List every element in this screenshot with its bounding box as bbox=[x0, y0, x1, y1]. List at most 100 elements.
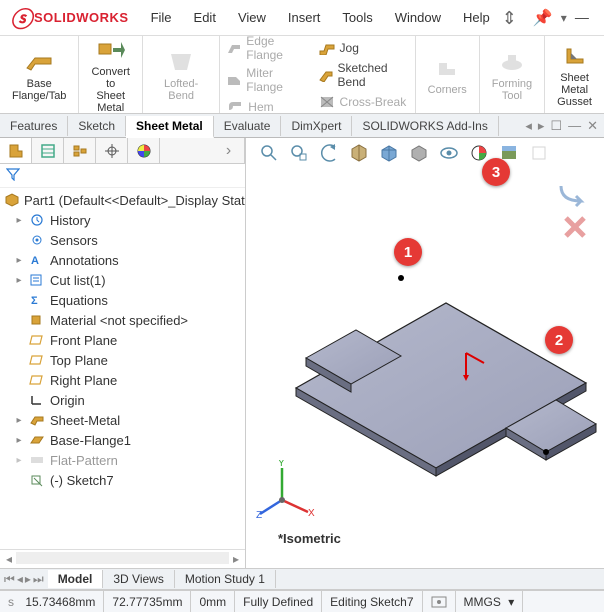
btab-3dviews[interactable]: 3D Views bbox=[103, 570, 174, 588]
tree-flatpattern[interactable]: ▸Flat-Pattern bbox=[0, 450, 245, 470]
tab-evaluate[interactable]: Evaluate bbox=[214, 116, 282, 136]
tab-features[interactable]: Features bbox=[0, 116, 68, 136]
tree-equations[interactable]: ΣEquations bbox=[0, 290, 245, 310]
menu-edit[interactable]: Edit bbox=[190, 8, 220, 27]
btab-motion[interactable]: Motion Study 1 bbox=[175, 570, 276, 588]
ribbon: Base Flange/Tab Convert to Sheet Metal L… bbox=[0, 36, 604, 114]
status-coord-z: 0mm bbox=[191, 591, 235, 612]
svg-text:A: A bbox=[31, 255, 39, 267]
tab-next-icon[interactable]: ▸ bbox=[538, 118, 545, 134]
menu-window[interactable]: Window bbox=[391, 8, 445, 27]
forming-tool-button[interactable]: Forming Tool bbox=[486, 44, 538, 106]
tree-annotations[interactable]: ▸AAnnotations bbox=[0, 250, 245, 270]
menu-view[interactable]: View bbox=[234, 8, 270, 27]
hide-show-icon[interactable] bbox=[438, 142, 460, 164]
cross-break-button[interactable]: Cross-Break bbox=[314, 92, 413, 112]
lofted-bend-icon bbox=[167, 48, 195, 76]
tree-sensors[interactable]: Sensors bbox=[0, 230, 245, 250]
tree-root[interactable]: Part1 (Default<<Default>_Display State bbox=[0, 190, 245, 210]
tree-topplane[interactable]: Top Plane bbox=[0, 350, 245, 370]
filter-icon[interactable] bbox=[6, 167, 20, 184]
miter-flange-button[interactable]: Miter Flange bbox=[222, 65, 309, 95]
cancel-sketch-icon[interactable] bbox=[566, 218, 584, 236]
zoom-area-icon[interactable] bbox=[288, 142, 310, 164]
status-units[interactable]: MMGS ▾ bbox=[456, 591, 524, 612]
sensors-icon bbox=[28, 232, 46, 248]
status-bar: s 15.73468mm 72.77735mm 0mm Fully Define… bbox=[0, 590, 604, 612]
menu-file[interactable]: File bbox=[147, 8, 176, 27]
panel-tab-property[interactable] bbox=[32, 138, 64, 163]
prev-view-icon[interactable] bbox=[318, 142, 340, 164]
menu-tools[interactable]: Tools bbox=[338, 8, 376, 27]
equations-icon: Σ bbox=[28, 292, 46, 308]
hem-icon bbox=[226, 98, 244, 116]
panel-tab-appearance[interactable] bbox=[128, 138, 160, 163]
tree-sketch[interactable]: (-) Sketch7 bbox=[0, 470, 245, 490]
graphics-viewport[interactable]: 1 2 3 Y X Z *Isometric bbox=[246, 138, 604, 568]
plane-icon bbox=[28, 352, 46, 368]
tree-rightplane[interactable]: Right Plane bbox=[0, 370, 245, 390]
tree-baseflange[interactable]: ▸Base-Flange1 bbox=[0, 430, 245, 450]
tree-sheetmetal-feature[interactable]: ▸Sheet-Metal bbox=[0, 410, 245, 430]
main-area: › Part1 (Default<<Default>_Display State… bbox=[0, 138, 604, 568]
btab-model[interactable]: Model bbox=[48, 570, 104, 588]
corners-button[interactable]: Corners bbox=[422, 50, 473, 100]
status-flag[interactable] bbox=[423, 591, 456, 612]
tab-minimize-icon[interactable]: — bbox=[568, 118, 581, 134]
section-view-icon[interactable] bbox=[348, 142, 370, 164]
base-flange-button[interactable]: Base Flange/Tab bbox=[6, 44, 72, 106]
scroll-right-icon[interactable]: ▸ bbox=[229, 552, 243, 566]
tree-material[interactable]: Material <not specified> bbox=[0, 310, 245, 330]
btab-last-icon[interactable]: ⏭ bbox=[33, 572, 44, 587]
view-settings-icon[interactable] bbox=[528, 142, 550, 164]
minimize-button[interactable]: — bbox=[575, 9, 589, 26]
tab-prev-icon[interactable]: ◂ bbox=[525, 118, 532, 134]
svg-text:Σ: Σ bbox=[31, 295, 38, 307]
btab-next-icon[interactable]: ▸ bbox=[25, 572, 31, 587]
pin-icon[interactable]: 📌 bbox=[533, 8, 553, 28]
display-style-icon[interactable] bbox=[408, 142, 430, 164]
tree-history[interactable]: ▸History bbox=[0, 210, 245, 230]
convert-sheetmetal-button[interactable]: Convert to Sheet Metal bbox=[85, 32, 136, 118]
panel-tab-config[interactable] bbox=[64, 138, 96, 163]
lofted-bend-button[interactable]: Lofted-Bend bbox=[149, 44, 213, 106]
resize-handle-icon[interactable]: ⇕ bbox=[502, 13, 517, 23]
sheetmetal-icon bbox=[28, 412, 46, 428]
svg-text:Y: Y bbox=[278, 460, 285, 469]
panel-tab-more[interactable]: › bbox=[213, 138, 245, 163]
tab-close-icon[interactable]: ✕ bbox=[587, 118, 598, 134]
tree-cutlist[interactable]: ▸Cut list(1) bbox=[0, 270, 245, 290]
status-coord-y: 72.77735mm bbox=[104, 591, 191, 612]
tree-frontplane[interactable]: Front Plane bbox=[0, 330, 245, 350]
window-controls: ⇕ 📌 ▾ — ☐ ✕ bbox=[494, 8, 604, 28]
status-coord-x: s 15.73468mm bbox=[0, 591, 104, 612]
panel-tab-dimxpert[interactable] bbox=[96, 138, 128, 163]
menu-insert[interactable]: Insert bbox=[284, 8, 325, 27]
logo-icon: ⓢ bbox=[10, 2, 32, 34]
btab-first-icon[interactable]: ⏮ bbox=[4, 572, 15, 587]
exit-sketch-icon[interactable] bbox=[561, 186, 581, 206]
edge-flange-button[interactable]: Edge Flange bbox=[222, 33, 309, 63]
btab-prev-icon[interactable]: ◂ bbox=[17, 572, 23, 587]
dropdown-icon[interactable]: ▾ bbox=[561, 11, 567, 25]
hem-button[interactable]: Hem bbox=[222, 97, 309, 117]
zoom-fit-icon[interactable] bbox=[258, 142, 280, 164]
view-triad[interactable]: Y X Z bbox=[256, 460, 316, 520]
tab-dimxpert[interactable]: DimXpert bbox=[281, 116, 352, 136]
scroll-left-icon[interactable]: ◂ bbox=[2, 552, 16, 566]
annotation-1: 1 bbox=[394, 238, 422, 266]
sketched-bend-button[interactable]: Sketched Bend bbox=[314, 60, 413, 90]
feature-tree-panel: › Part1 (Default<<Default>_Display State… bbox=[0, 138, 246, 568]
tab-maximize-icon[interactable]: ☐ bbox=[550, 118, 562, 134]
gusset-button[interactable]: Sheet Metal Gusset bbox=[551, 38, 598, 112]
jog-button[interactable]: Jog bbox=[314, 38, 413, 58]
panel-tab-featuretree[interactable] bbox=[0, 138, 32, 163]
menu-help[interactable]: Help bbox=[459, 8, 494, 27]
tab-sheetmetal[interactable]: Sheet Metal bbox=[126, 116, 214, 138]
tab-addins[interactable]: SOLIDWORKS Add-Ins bbox=[352, 116, 498, 136]
tab-sketch[interactable]: Sketch bbox=[68, 116, 126, 136]
view-orientation-icon[interactable] bbox=[378, 142, 400, 164]
sketch-icon bbox=[28, 472, 46, 488]
tree-origin[interactable]: Origin bbox=[0, 390, 245, 410]
flatpattern-icon bbox=[28, 452, 46, 468]
